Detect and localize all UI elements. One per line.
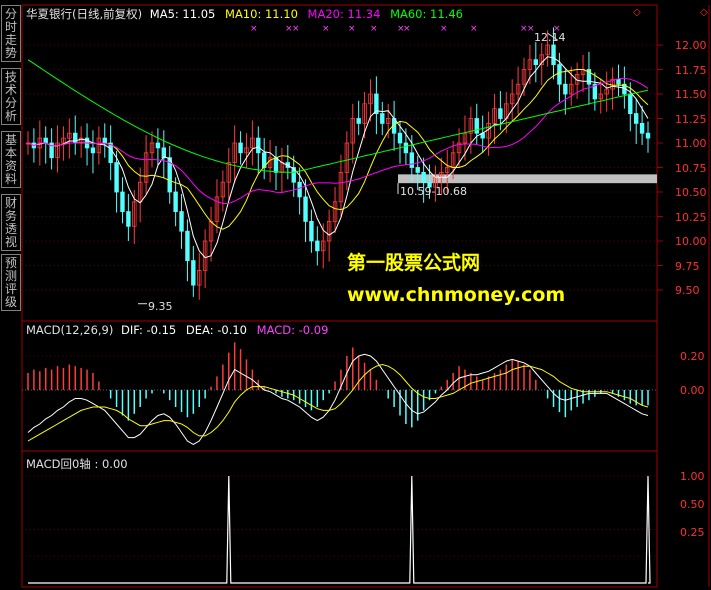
candle-body [639, 123, 645, 134]
price-header: 华夏银行(日线,前复权) MA5: 11.05 MA10: 11.10 MA20… [26, 6, 463, 22]
price-ytick: 10.50 [675, 186, 707, 199]
band-range-label: 10.59-10.68 [400, 185, 467, 198]
candle-body [409, 152, 415, 168]
price-ytick: 10.25 [675, 211, 707, 224]
macd-title: MACD(12,26,9) [26, 323, 114, 337]
tab-technical-analysis[interactable]: 技术分析 [1, 68, 21, 125]
candle-body [179, 211, 184, 232]
candle-body [126, 211, 131, 227]
macd-ytick: 0.20 [680, 350, 705, 363]
signal-marker: × [370, 24, 378, 34]
price-ytick: 11.50 [675, 88, 707, 101]
candle-body [616, 78, 621, 85]
dif-line [27, 353, 649, 445]
candle-body [533, 59, 539, 66]
price-ytick: 10.00 [675, 235, 707, 248]
candle-body [315, 240, 320, 252]
ma60-value: MA60: 11.46 [390, 7, 463, 21]
candle-body [356, 118, 361, 124]
candle-body [498, 108, 503, 119]
candle-body [628, 93, 633, 115]
signal-marker: × [292, 24, 300, 34]
candle-body [633, 113, 639, 124]
candle-body [43, 137, 48, 144]
signal-marker: × [440, 24, 448, 34]
candle-body [238, 142, 243, 154]
candle-body [114, 162, 119, 193]
price-ytick: 11.25 [675, 113, 707, 126]
candle-body [415, 167, 420, 173]
tab-forecast-rating[interactable]: 预测评级 [1, 254, 21, 311]
candle-body [563, 83, 568, 95]
high-price-label: 12.14 [534, 31, 566, 44]
signal-header: MACD回0轴 : 0.00 [26, 457, 128, 471]
dif-value: DIF: -0.15 [121, 323, 177, 337]
tab-basic-info[interactable]: 基本资料 [1, 131, 21, 188]
signal-ytick: 1.00 [680, 470, 705, 483]
price-ytick: 12.00 [675, 39, 707, 52]
ma10-value: MA10: 11.10 [225, 7, 298, 21]
price-ytick: 11.75 [675, 64, 707, 77]
tab-timeshare[interactable]: 分时走势 [1, 5, 21, 62]
price-ytick: 9.75 [675, 260, 700, 273]
watermark-url: www.chnmoney.com [347, 284, 566, 306]
signal-layer [22, 475, 657, 584]
candle-body [185, 230, 190, 261]
signal-marker: × [403, 24, 411, 34]
diamond-icon[interactable]: ◇ [633, 7, 641, 18]
candle-body [73, 132, 78, 144]
candle-body [303, 196, 308, 222]
candle-body [397, 132, 403, 144]
signal-ytick: 0.50 [680, 498, 705, 511]
ma20-line [27, 77, 649, 204]
macd-header: MACD(12,26,9) DIF: -0.15 DEA: -0.10 MACD… [26, 323, 328, 337]
ma20-value: MA20: 11.34 [307, 7, 381, 21]
diamond-icon-right[interactable]: ◇ [700, 7, 708, 18]
candle-body [155, 142, 161, 149]
ma5-line [27, 56, 649, 259]
ma60-line [27, 59, 649, 173]
candle-body [403, 142, 409, 154]
signal-marker: × [470, 24, 478, 34]
signal-marker: × [348, 24, 356, 34]
candle-body [90, 147, 96, 154]
candle-body [474, 118, 479, 134]
low-price-label: 9.35 [148, 300, 173, 313]
macd-panel-frame [21, 320, 658, 452]
tab-financial[interactable]: 财务透视 [1, 194, 21, 251]
candle-body [557, 64, 562, 85]
candle-body [108, 142, 113, 164]
stock-title: 华夏银行(日线,前复权) [26, 7, 143, 21]
watermark-title: 第一股票公式网 [347, 252, 481, 274]
macd-value: MACD: -0.09 [256, 323, 329, 337]
price-ytick: 10.75 [675, 162, 707, 175]
macd-layer [22, 342, 657, 445]
ma5-value: MA5: 11.05 [149, 7, 216, 21]
price-ytick: 11.00 [675, 137, 707, 150]
signal-marker: × [250, 24, 258, 34]
dea-value: DEA: -0.10 [185, 323, 247, 337]
candle-body [102, 137, 107, 144]
price-ytick: 9.50 [675, 284, 700, 297]
macd-ytick: 0.00 [680, 384, 705, 397]
price-layer: × × × × × × ×× × × × × × [22, 24, 663, 305]
candle-body [380, 113, 385, 124]
signal-ytick: 0.25 [680, 526, 705, 539]
candle-body [256, 137, 261, 154]
candle-body [645, 132, 651, 139]
candle-body [421, 171, 426, 183]
candle-body [297, 181, 302, 198]
candle-body [551, 44, 556, 66]
candle-body [273, 157, 279, 173]
candle-body [309, 220, 314, 242]
candle-body [191, 260, 196, 286]
candle-body [120, 191, 125, 213]
signal-marker: × [322, 24, 330, 34]
candle-body [173, 191, 178, 213]
